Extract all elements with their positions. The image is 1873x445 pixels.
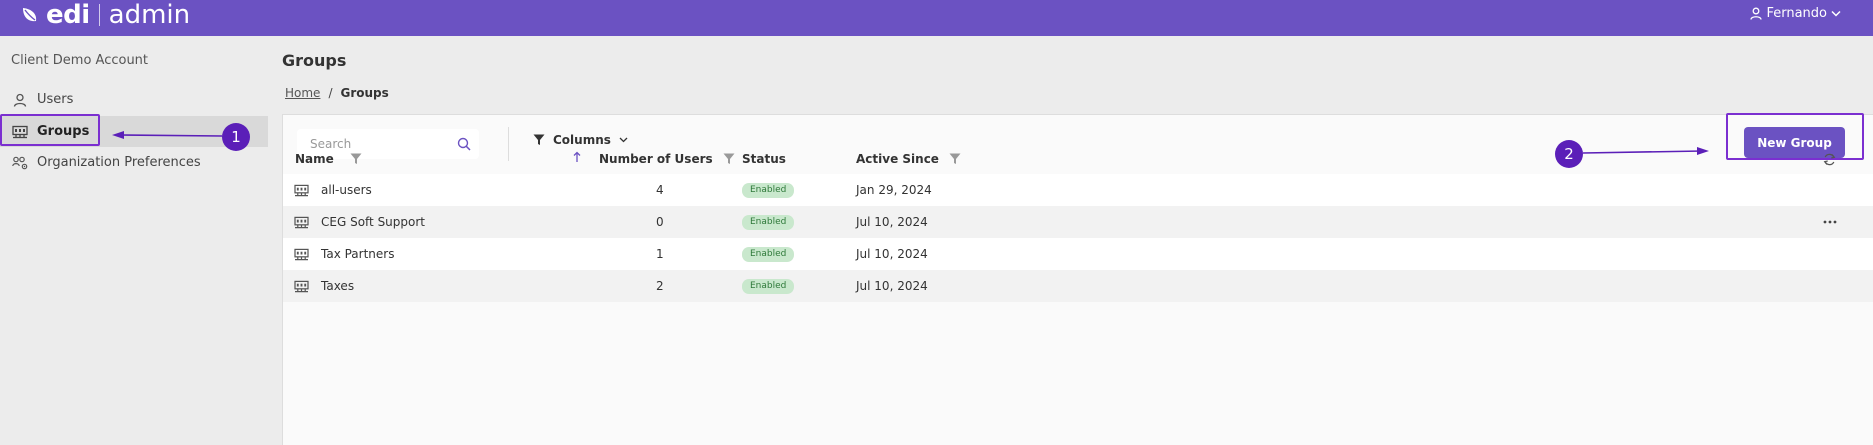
filter-icon[interactable] <box>949 153 961 165</box>
sidebar-item-label: Organization Preferences <box>37 155 201 170</box>
column-header-status[interactable]: Status <box>742 152 786 166</box>
brand-divider <box>98 4 100 26</box>
groups-annotation-box <box>0 114 100 146</box>
status-badge: Enabled <box>742 182 795 198</box>
column-header-label: Number of Users <box>599 152 713 166</box>
active-since: Jul 10, 2024 <box>856 247 928 261</box>
groups-icon <box>294 248 309 260</box>
group-icon-cell <box>294 238 309 270</box>
annotation-callout-2: 2 <box>1555 140 1583 168</box>
user-icon <box>1750 7 1763 20</box>
refresh-icon[interactable] <box>1823 153 1836 166</box>
brand-name: edi <box>46 0 90 30</box>
people-gear-icon <box>12 155 28 171</box>
number-of-users: 2 <box>656 279 664 293</box>
column-header-number-of-users[interactable]: Number of Users <box>599 152 735 166</box>
number-of-users: 4 <box>656 183 664 197</box>
leaf-logo-icon <box>23 8 37 22</box>
group-name[interactable]: all-users <box>321 174 372 206</box>
groups-icon <box>294 216 309 228</box>
chevron-down-icon <box>1831 10 1841 17</box>
top-navigation-bar: edi admin Fernando <box>0 0 1873 36</box>
account-name: Client Demo Account <box>11 53 149 68</box>
column-header-name[interactable]: Name <box>295 152 362 166</box>
group-name[interactable]: Tax Partners <box>321 238 394 270</box>
search-input[interactable] <box>297 137 447 151</box>
columns-button[interactable]: Columns <box>533 133 628 147</box>
status-badge: Enabled <box>742 278 795 294</box>
number-of-users: 1 <box>656 247 664 261</box>
active-since: Jan 29, 2024 <box>856 183 932 197</box>
column-header-label: Status <box>742 152 786 166</box>
group-name[interactable]: CEG Soft Support <box>321 206 425 238</box>
page-title: Groups <box>282 51 347 70</box>
toolbar-divider <box>508 127 509 161</box>
breadcrumb-current: Groups <box>340 86 389 100</box>
brand-logo[interactable]: edi admin <box>20 1 190 29</box>
status-cell: Enabled <box>742 238 795 270</box>
filter-icon[interactable] <box>350 153 362 165</box>
table-row[interactable]: Taxes 2 Enabled Jul 10, 2024 <box>283 270 1873 302</box>
filter-icon[interactable] <box>723 153 735 165</box>
active-since: Jul 10, 2024 <box>856 215 928 229</box>
group-icon-cell <box>294 270 309 302</box>
filter-icon <box>533 134 545 145</box>
column-header-label: Active Since <box>856 152 939 166</box>
sort-ascending-icon[interactable] <box>573 151 581 163</box>
group-icon-cell <box>294 174 309 206</box>
status-cell: Enabled <box>742 174 795 206</box>
sidebar: Client Demo Account Users Groups Organiz… <box>0 36 272 445</box>
more-options-icon[interactable] <box>1823 206 1837 238</box>
sidebar-item-organization-preferences[interactable]: Organization Preferences <box>0 147 268 178</box>
status-cell: Enabled <box>742 206 795 238</box>
breadcrumb-separator: / <box>328 86 333 100</box>
group-name[interactable]: Taxes <box>321 270 354 302</box>
annotation-callout-1: 1 <box>222 123 250 151</box>
chevron-down-icon <box>619 137 628 143</box>
search-icon[interactable] <box>457 137 471 151</box>
groups-panel: Columns New Group Name Number of Users S… <box>282 113 1873 445</box>
number-of-users: 0 <box>656 215 664 229</box>
status-cell: Enabled <box>742 270 795 302</box>
group-icon-cell <box>294 206 309 238</box>
groups-icon <box>294 280 309 292</box>
sidebar-item-label: Users <box>37 92 74 107</box>
status-badge: Enabled <box>742 214 795 230</box>
user-name: Fernando <box>1766 6 1827 21</box>
table-row[interactable]: CEG Soft Support 0 Enabled Jul 10, 2024 <box>283 206 1873 238</box>
user-icon <box>12 92 28 108</box>
brand-suffix: admin <box>108 0 191 30</box>
table-row[interactable]: all-users 4 Enabled Jan 29, 2024 <box>283 174 1873 206</box>
sidebar-item-users[interactable]: Users <box>0 84 268 115</box>
groups-icon <box>294 184 309 196</box>
status-badge: Enabled <box>742 246 795 262</box>
breadcrumb-home-link[interactable]: Home <box>285 86 320 100</box>
user-menu[interactable]: Fernando <box>1750 6 1841 21</box>
table-row[interactable]: Tax Partners 1 Enabled Jul 10, 2024 <box>283 238 1873 270</box>
column-header-label: Name <box>295 152 334 166</box>
column-header-active-since[interactable]: Active Since <box>856 152 961 166</box>
breadcrumb: Home / Groups <box>285 86 389 100</box>
active-since: Jul 10, 2024 <box>856 279 928 293</box>
columns-label: Columns <box>553 133 611 147</box>
